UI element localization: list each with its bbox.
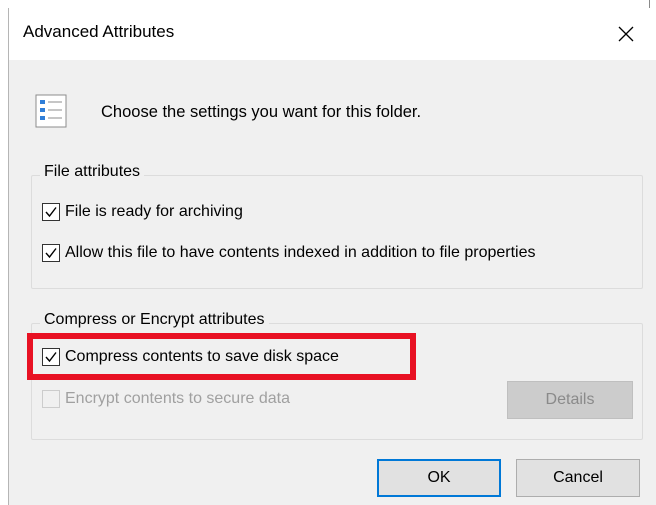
compress-encrypt-group-label: Compress or Encrypt attributes [40,311,269,329]
file-attributes-group-label: File attributes [40,163,145,181]
encrypt-checkbox[interactable] [42,390,60,408]
index-checkbox-row[interactable]: Allow this file to have contents indexed… [42,244,536,262]
details-button[interactable]: Details [507,381,633,419]
archive-checkbox[interactable] [42,203,60,221]
index-checkbox[interactable] [42,244,60,262]
encrypt-checkbox-row[interactable]: Encrypt contents to secure data [42,390,290,408]
ok-button[interactable]: OK [377,459,501,497]
archive-checkbox-row[interactable]: File is ready for archiving [42,203,243,221]
red-highlight-box [27,333,416,380]
file-attributes-group: File attributes [31,163,643,289]
close-icon [618,26,634,42]
archive-checkbox-label[interactable]: File is ready for archiving [65,203,243,221]
title-bar: Advanced Attributes [9,8,656,60]
close-button[interactable] [603,16,649,52]
index-checkbox-label[interactable]: Allow this file to have contents indexed… [65,244,536,262]
checkmark-icon [45,207,57,218]
checkmark-icon [45,248,57,259]
advanced-attributes-dialog: Advanced Attributes Choose the settings … [8,8,656,505]
cancel-button[interactable]: Cancel [516,459,640,497]
dialog-title: Advanced Attributes [23,22,175,41]
encrypt-checkbox-label[interactable]: Encrypt contents to secure data [65,390,290,408]
attributes-list-icon [35,94,75,130]
header-instruction-text: Choose the settings you want for this fo… [101,103,422,121]
